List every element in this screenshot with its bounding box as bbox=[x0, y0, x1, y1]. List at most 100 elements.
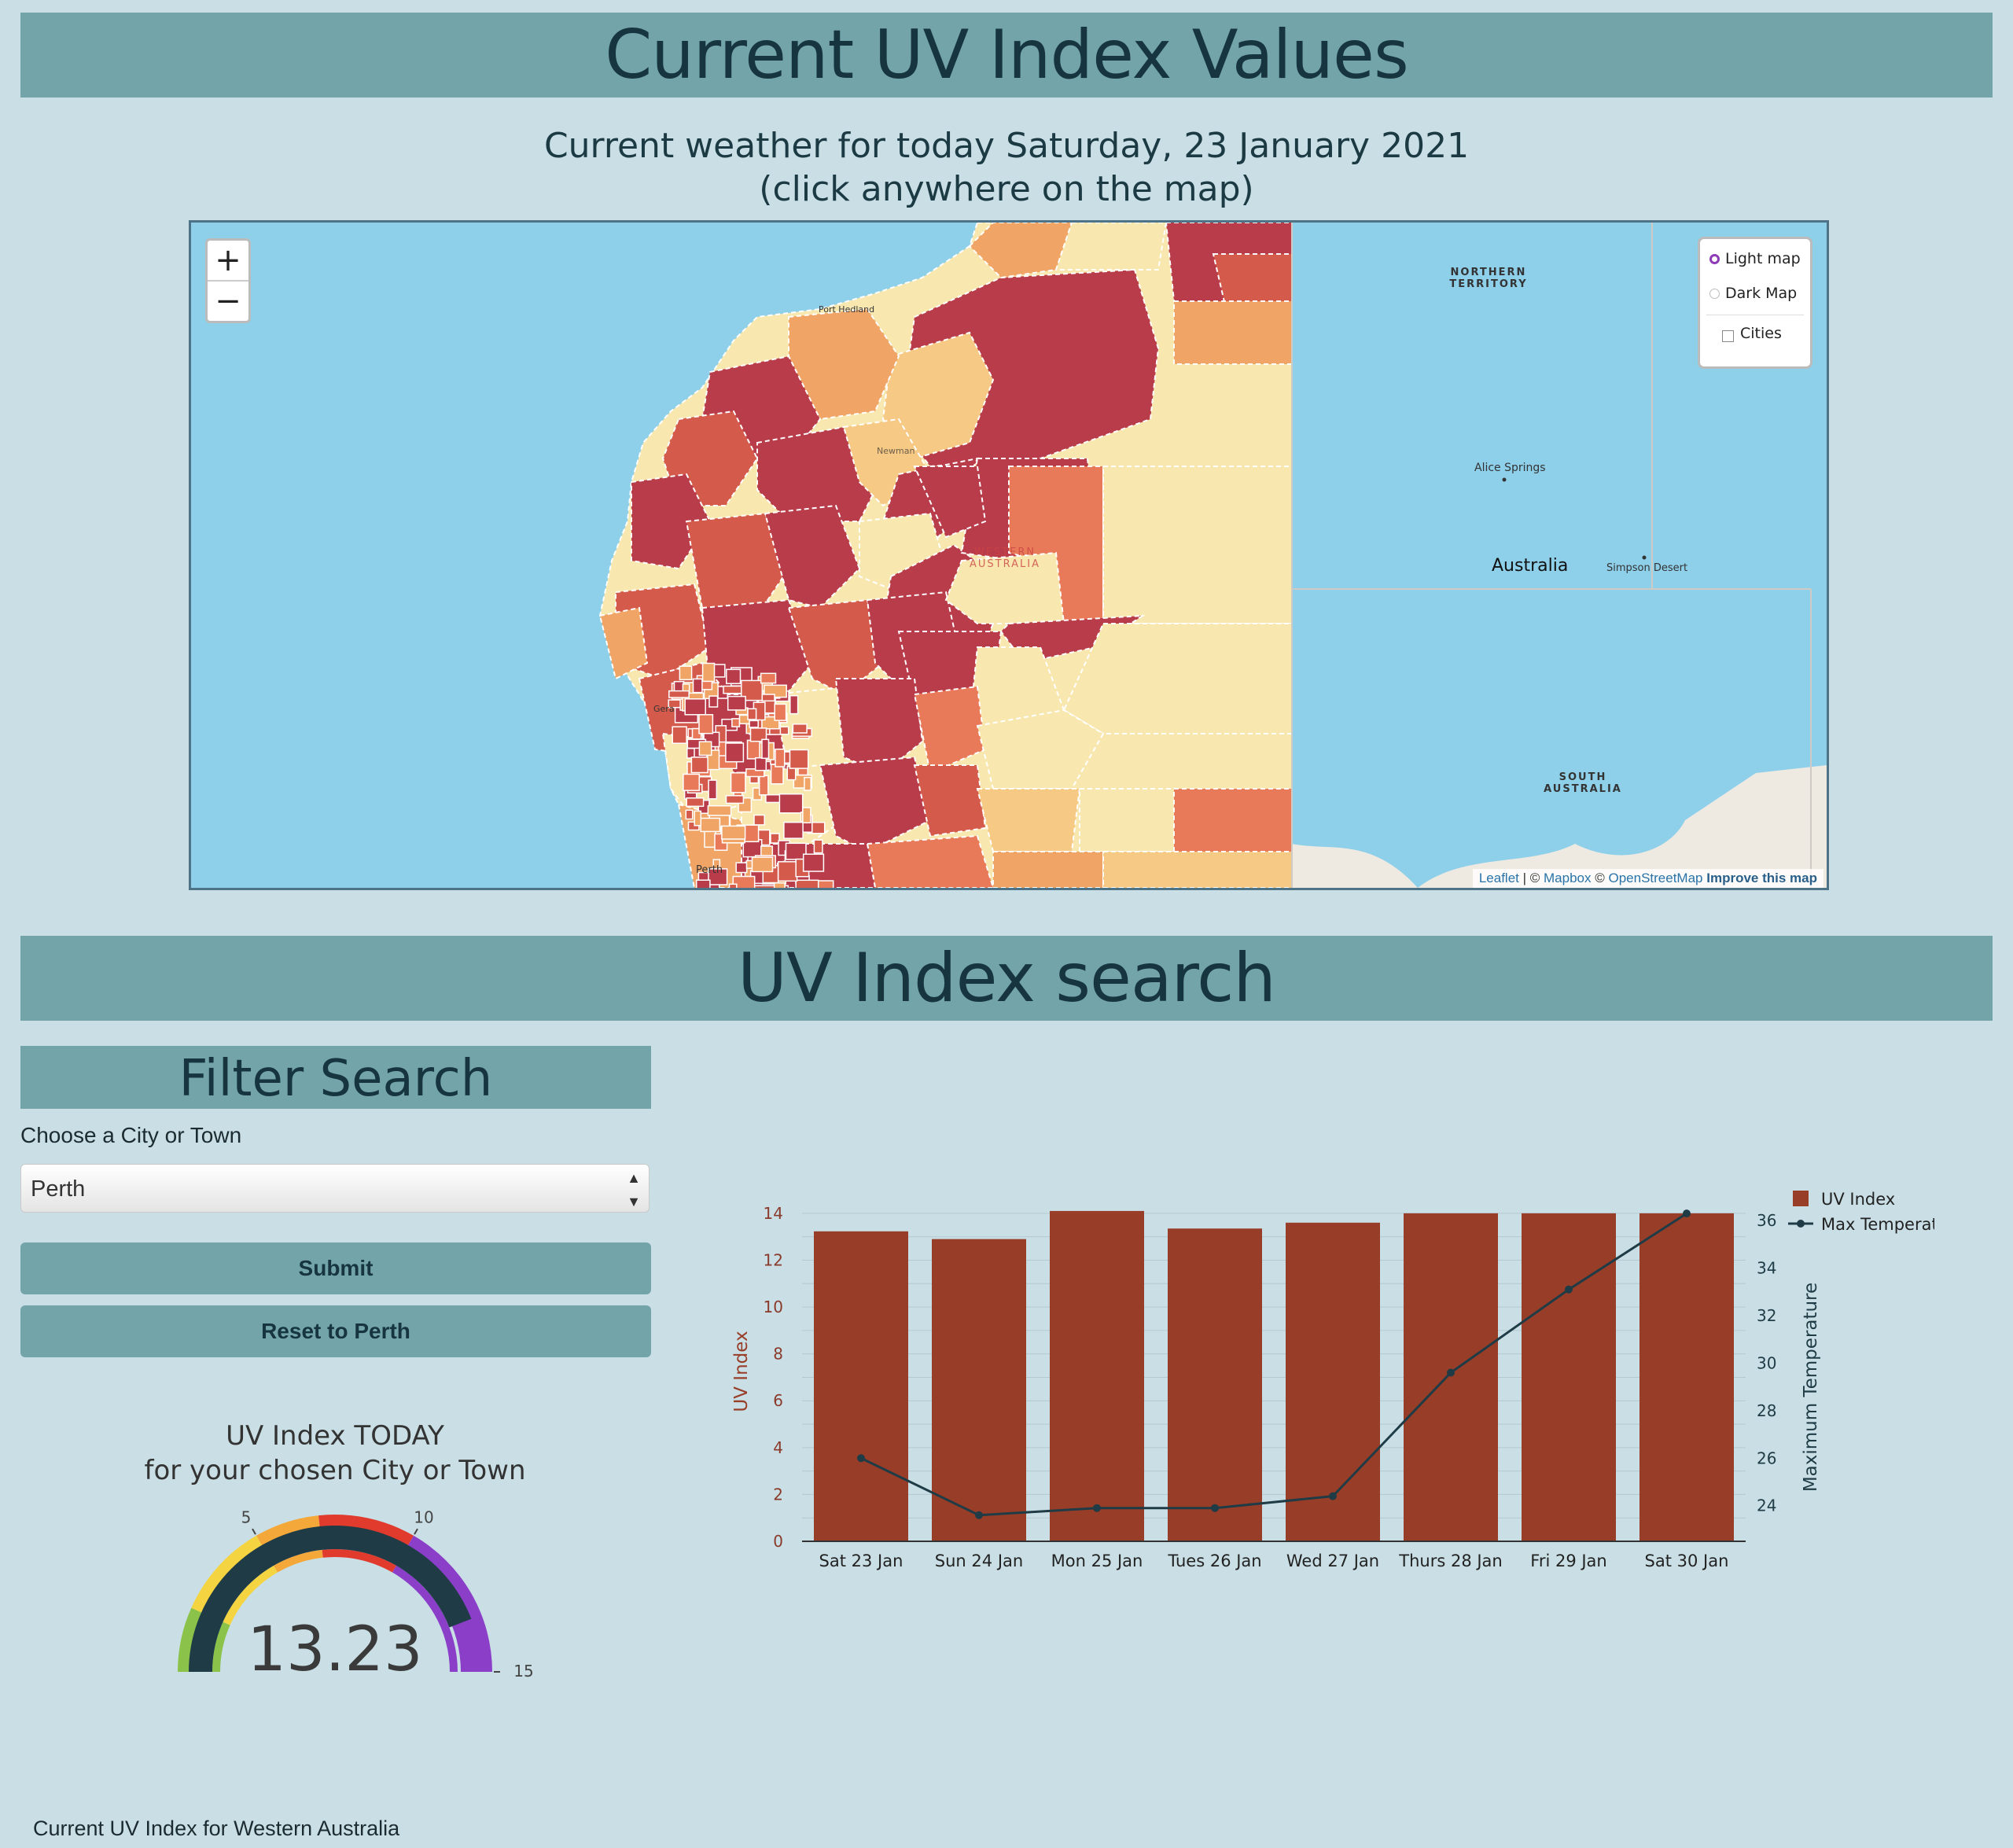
dark-map-radio[interactable] bbox=[1709, 288, 1720, 299]
city-select[interactable]: Perth ▲ ▼ bbox=[20, 1164, 650, 1213]
map-region[interactable] bbox=[789, 694, 799, 715]
map-region[interactable] bbox=[695, 879, 711, 888]
uv-bar[interactable] bbox=[1404, 1213, 1498, 1541]
map-region[interactable] bbox=[775, 748, 786, 768]
map-region[interactable] bbox=[747, 708, 757, 720]
map-region[interactable] bbox=[728, 883, 738, 888]
light-map-radio[interactable] bbox=[1709, 253, 1720, 264]
map-region[interactable] bbox=[731, 718, 741, 727]
map-region[interactable] bbox=[683, 773, 701, 791]
map-region[interactable] bbox=[746, 739, 760, 760]
map-region[interactable] bbox=[723, 685, 744, 694]
map-region[interactable] bbox=[753, 885, 776, 888]
uv-bar[interactable] bbox=[1639, 1213, 1734, 1541]
map-region[interactable] bbox=[686, 797, 705, 808]
uv-bar[interactable] bbox=[814, 1231, 908, 1541]
max-temp-point[interactable] bbox=[1211, 1504, 1219, 1512]
map-region[interactable] bbox=[754, 757, 767, 771]
map-region[interactable] bbox=[753, 814, 765, 826]
map-region[interactable] bbox=[792, 723, 808, 734]
map-region[interactable] bbox=[730, 772, 746, 793]
map-region[interactable] bbox=[761, 738, 770, 760]
uv-bar[interactable] bbox=[932, 1239, 1026, 1541]
y2-axis-title: Maximum Temperature bbox=[1801, 1283, 1821, 1492]
map-region[interactable] bbox=[698, 741, 712, 757]
map-region[interactable] bbox=[690, 757, 708, 774]
map-region[interactable] bbox=[770, 764, 784, 785]
y-tick-label: 0 bbox=[773, 1532, 783, 1551]
map-region[interactable] bbox=[727, 695, 746, 711]
map-region[interactable] bbox=[668, 690, 690, 698]
max-temp-point[interactable] bbox=[1683, 1209, 1691, 1218]
map-region[interactable] bbox=[672, 726, 687, 744]
improve-map-link[interactable]: Improve this map bbox=[1706, 871, 1817, 885]
map-region[interactable] bbox=[773, 882, 786, 888]
map-region[interactable] bbox=[802, 853, 825, 872]
map-region[interactable] bbox=[707, 804, 732, 816]
map-region[interactable] bbox=[694, 810, 702, 826]
map-region[interactable] bbox=[700, 817, 721, 833]
uv-bar[interactable] bbox=[1522, 1213, 1616, 1541]
map-region[interactable] bbox=[725, 742, 745, 763]
map-region[interactable] bbox=[761, 694, 775, 702]
uv-bar[interactable] bbox=[1050, 1210, 1144, 1541]
map-region[interactable] bbox=[692, 678, 703, 694]
y-tick-label: 14 bbox=[764, 1204, 783, 1223]
y2-tick-label: 26 bbox=[1757, 1449, 1776, 1467]
map-region[interactable] bbox=[751, 856, 774, 873]
max-temp-point[interactable] bbox=[1565, 1285, 1573, 1294]
map-region[interactable] bbox=[708, 695, 719, 708]
zoom-in-button[interactable]: + bbox=[208, 241, 248, 282]
map-region[interactable] bbox=[708, 779, 718, 800]
reset-button[interactable]: Reset to Perth bbox=[20, 1305, 651, 1357]
map-region[interactable] bbox=[742, 839, 763, 858]
uv-gauge: 5 10 15 13.23 bbox=[178, 1507, 534, 1685]
uv-bar[interactable] bbox=[1168, 1228, 1262, 1541]
map-region[interactable] bbox=[701, 662, 716, 683]
map-region[interactable] bbox=[735, 862, 748, 874]
map-region[interactable] bbox=[698, 714, 714, 734]
x-tick-label: Wed 27 Jan bbox=[1286, 1552, 1379, 1570]
cities-checkbox[interactable] bbox=[1722, 330, 1734, 342]
map-region[interactable] bbox=[802, 807, 811, 824]
map-region[interactable] bbox=[789, 749, 809, 769]
submit-button[interactable]: Submit bbox=[20, 1242, 651, 1294]
map-region[interactable] bbox=[749, 720, 759, 728]
y-tick-label: 4 bbox=[773, 1438, 783, 1457]
map-region[interactable] bbox=[813, 839, 823, 854]
map-region[interactable] bbox=[721, 825, 746, 840]
legend-uv-swatch bbox=[1793, 1191, 1809, 1206]
layer-cities[interactable]: Cities bbox=[1722, 324, 1782, 342]
map-region[interactable] bbox=[783, 821, 804, 839]
map-region[interactable] bbox=[795, 879, 819, 888]
map-region[interactable] bbox=[774, 703, 787, 721]
map-region[interactable] bbox=[726, 668, 742, 684]
map-region[interactable] bbox=[684, 698, 706, 716]
osm-link[interactable]: OpenStreetMap bbox=[1608, 871, 1702, 885]
uv-map[interactable]: NORTHERN TERRITORY Alice Springs Austral… bbox=[189, 220, 1829, 890]
map-region[interactable] bbox=[804, 776, 811, 791]
y-tick-label: 12 bbox=[764, 1250, 783, 1269]
map-region[interactable] bbox=[679, 665, 693, 681]
map-region[interactable] bbox=[777, 861, 798, 882]
map-region[interactable] bbox=[758, 775, 769, 796]
uv-forecast-chart: 0246810121424262830323436Sat 23 Jan Sun 2… bbox=[731, 1190, 1934, 1570]
zoom-out-button[interactable]: − bbox=[208, 282, 248, 321]
map-region[interactable] bbox=[765, 793, 782, 804]
layer-dark-map[interactable]: Dark Map bbox=[1709, 285, 1797, 302]
map-region[interactable] bbox=[685, 809, 694, 820]
max-temp-point[interactable] bbox=[1447, 1368, 1455, 1377]
max-temp-point[interactable] bbox=[1093, 1504, 1101, 1512]
map-region[interactable] bbox=[725, 795, 745, 804]
map-region[interactable] bbox=[778, 793, 804, 814]
mapbox-link[interactable]: Mapbox bbox=[1544, 871, 1591, 885]
map-region[interactable] bbox=[704, 829, 716, 849]
max-temp-point[interactable] bbox=[1329, 1492, 1337, 1500]
max-temp-point[interactable] bbox=[857, 1454, 865, 1463]
leaflet-link[interactable]: Leaflet bbox=[1479, 871, 1519, 885]
max-temp-point[interactable] bbox=[975, 1511, 983, 1519]
map-region[interactable] bbox=[760, 672, 777, 684]
page-title-banner: Current UV Index Values bbox=[20, 13, 1993, 98]
layer-light-map[interactable]: Light map bbox=[1709, 250, 1801, 267]
map-attribution: Leaflet | © Mapbox © OpenStreetMap Impro… bbox=[1472, 869, 1823, 888]
